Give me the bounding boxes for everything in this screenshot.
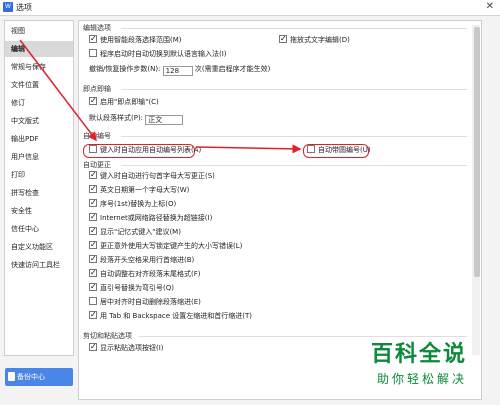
arrow-to-auto-numbering — [19, 39, 97, 142]
window-title: 选项 — [16, 3, 32, 12]
close-icon[interactable]: ✕ — [486, 1, 494, 12]
app-icon: W — [3, 2, 13, 12]
arrow-to-circle-numbering — [195, 144, 302, 154]
annotation-arrows — [19, 39, 302, 154]
title-bar: W 选项 ✕ — [0, 0, 500, 16]
options-dialog: 视图 编辑 常规与保存 文件位置 修订 中文版式 输出PDF 用户信息 打印 拼… — [0, 16, 500, 405]
